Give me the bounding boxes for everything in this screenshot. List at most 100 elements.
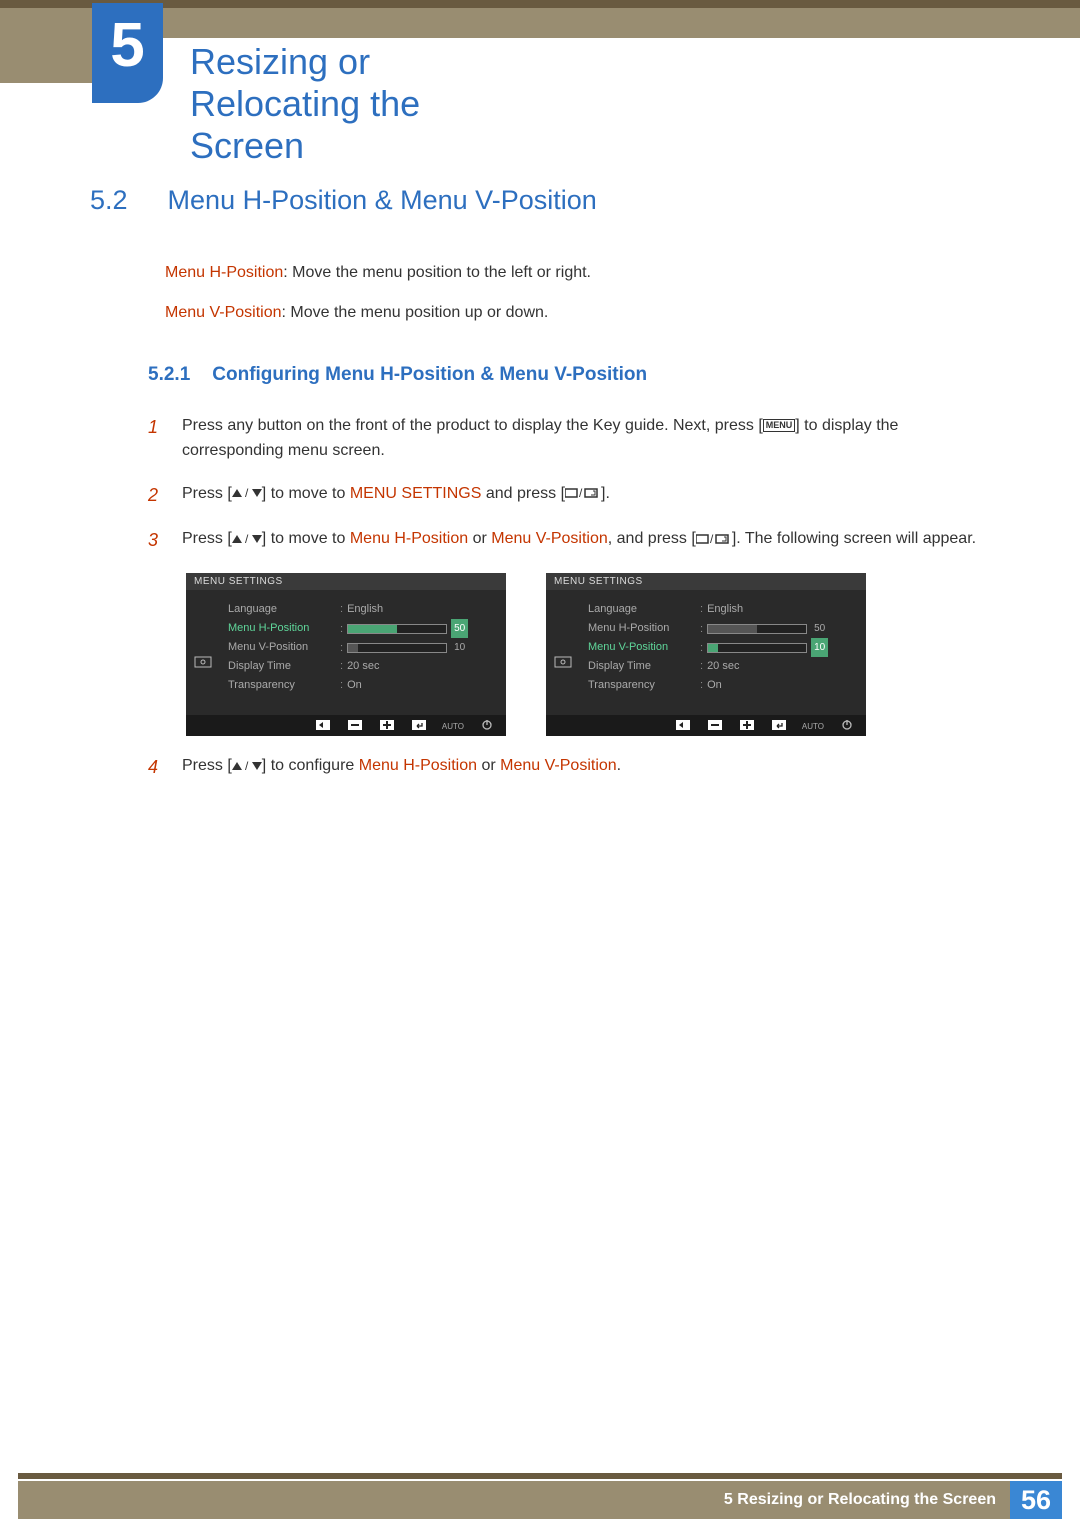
osd-vposition: MENU SETTINGS Language Menu H-Position M… — [546, 573, 866, 736]
step3-text-b: ] to move to — [262, 530, 350, 547]
minus-icon — [346, 720, 364, 733]
step-number: 2 — [148, 482, 162, 510]
auto-label: AUTO — [802, 722, 824, 731]
osd-value-displaytime: 20 sec — [707, 660, 739, 672]
osd-value-language: English — [707, 603, 743, 615]
step4-text-c: . — [617, 757, 621, 774]
menu-button-icon: MENU — [763, 419, 796, 432]
page-footer: 5 Resizing or Relocating the Screen 56 — [0, 1473, 1080, 1521]
step2-target: MENU SETTINGS — [350, 485, 482, 502]
back-icon — [674, 720, 692, 733]
page-number: 56 — [1010, 1481, 1062, 1519]
subsection-title: Configuring Menu H-Position & Menu V-Pos… — [212, 364, 647, 386]
subsection-number: 5.2.1 — [148, 364, 190, 386]
step2-text-c: and press [ — [481, 485, 565, 502]
osd-category-icon-col — [550, 600, 576, 697]
osd-label-transparency: Transparency — [588, 676, 692, 695]
monitor-settings-icon — [554, 656, 572, 670]
slider-hpos — [707, 624, 807, 634]
back-icon — [314, 720, 332, 733]
enter-icon — [770, 720, 788, 733]
step3-v: Menu V-Position — [491, 530, 608, 547]
osd-footer-buttons: AUTO — [186, 715, 506, 736]
footer-bar: 5 Resizing or Relocating the Screen 56 — [18, 1481, 1062, 1519]
vpos-text: : Move the menu position up or down. — [282, 304, 549, 321]
osd-label-vpos: Menu V-Position — [228, 638, 332, 657]
section-title: Menu H-Position & Menu V-Position — [168, 185, 597, 216]
vpos-term: Menu V-Position — [165, 304, 282, 321]
svg-text:/: / — [245, 487, 249, 499]
osd-title: MENU SETTINGS — [186, 573, 506, 590]
step4-or: or — [477, 757, 500, 774]
osd-label-hpos: Menu H-Position — [588, 619, 692, 638]
step3-text-a: Press [ — [182, 530, 232, 547]
osd-hposition: MENU SETTINGS Language Menu H-Position M… — [186, 573, 506, 736]
hpos-description: Menu H-Position: Move the menu position … — [165, 264, 990, 282]
step3-text-d: ]. The following screen will appear. — [732, 530, 976, 547]
osd-title: MENU SETTINGS — [546, 573, 866, 590]
step3-text-c: , and press [ — [608, 530, 696, 547]
step4-h: Menu H-Position — [359, 757, 477, 774]
auto-label: AUTO — [442, 722, 464, 731]
osd-values: :English :50 :10 :20 sec :On — [696, 600, 858, 697]
subsection-heading: 5.2.1 Configuring Menu H-Position & Menu… — [90, 364, 990, 386]
osd-value-transparency: On — [347, 679, 362, 691]
svg-text:/: / — [245, 760, 249, 772]
osd-label-transparency: Transparency — [228, 676, 332, 695]
osd-label-language: Language — [588, 600, 692, 619]
footer-chapter-text: 5 Resizing or Relocating the Screen — [724, 1491, 1010, 1509]
osd-labels: Language Menu H-Position Menu V-Position… — [580, 600, 692, 697]
chapter-number-badge: 5 — [92, 3, 163, 103]
slider-hpos-value: 50 — [811, 619, 828, 638]
up-down-arrow-icon: / — [232, 533, 262, 545]
osd-value-language: English — [347, 603, 383, 615]
svg-text:/: / — [579, 487, 583, 499]
step2-text-a: Press [ — [182, 485, 232, 502]
step3-h: Menu H-Position — [350, 530, 468, 547]
step2-text-d: ]. — [601, 485, 610, 502]
page-content: 5.2 Menu H-Position & Menu V-Position Me… — [90, 185, 990, 800]
section-heading: 5.2 Menu H-Position & Menu V-Position — [90, 185, 990, 216]
vpos-description: Menu V-Position: Move the menu position … — [165, 304, 990, 322]
step3-or: or — [468, 530, 491, 547]
slider-vpos — [347, 643, 447, 653]
hpos-text: : Move the menu position to the left or … — [283, 264, 591, 281]
minus-icon — [706, 720, 724, 733]
monitor-settings-icon — [194, 656, 212, 670]
up-down-arrow-icon: / — [232, 760, 262, 772]
svg-text:/: / — [245, 533, 249, 545]
power-icon — [838, 719, 856, 734]
footer-rule — [18, 1473, 1062, 1479]
osd-footer-buttons: AUTO — [546, 715, 866, 736]
step-4: 4 Press [/] to configure Menu H-Position… — [148, 754, 990, 782]
power-icon — [478, 719, 496, 734]
plus-icon — [378, 720, 396, 733]
header-bar: 5 Resizing or Relocating the Screen — [0, 8, 1080, 83]
chapter-title: Resizing or Relocating the Screen — [190, 41, 1080, 167]
svg-text:/: / — [710, 533, 714, 545]
osd-labels: Language Menu H-Position Menu V-Position… — [220, 600, 332, 697]
slider-vpos — [707, 643, 807, 653]
slider-hpos-value: 50 — [451, 619, 468, 638]
step4-v: Menu V-Position — [500, 757, 617, 774]
step2-text-b: ] to move to — [262, 485, 350, 502]
enter-icon — [410, 720, 428, 733]
step-3: 3 Press [ / ] to move to Menu H-Position o… — [148, 527, 990, 555]
osd-screenshots: MENU SETTINGS Language Menu H-Position M… — [186, 573, 990, 736]
slider-vpos-value: 10 — [811, 638, 828, 657]
section-number: 5.2 — [90, 185, 128, 216]
step4-text-a: Press [ — [182, 757, 232, 774]
hpos-term: Menu H-Position — [165, 264, 283, 281]
slider-hpos — [347, 624, 447, 634]
osd-category-icon-col — [190, 600, 216, 697]
step-number: 3 — [148, 527, 162, 555]
slider-vpos-value: 10 — [451, 638, 468, 657]
select-enter-icon: / — [565, 487, 601, 499]
step-2: 2 Press [ / ] to move to MENU SETTINGS and… — [148, 482, 990, 510]
osd-value-displaytime: 20 sec — [347, 660, 379, 672]
steps-list: 1 Press any button on the front of the p… — [90, 414, 990, 555]
up-down-arrow-icon: / — [232, 487, 262, 499]
osd-value-transparency: On — [707, 679, 722, 691]
steps-list-cont: 4 Press [/] to configure Menu H-Position… — [90, 754, 990, 782]
plus-icon — [738, 720, 756, 733]
